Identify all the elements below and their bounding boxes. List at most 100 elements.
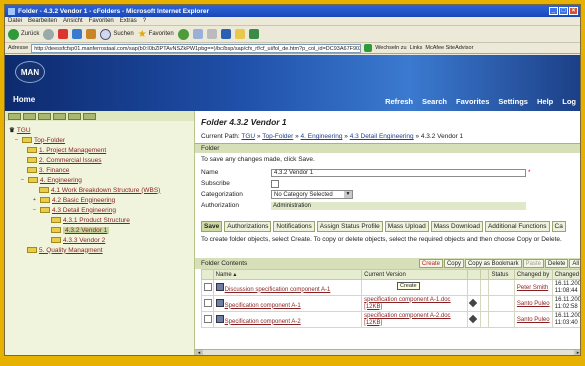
tree-item[interactable]: – Top-Folder <box>9 135 194 145</box>
tree-item-label[interactable]: 4.3.1 Product Structure <box>63 217 130 224</box>
tree-item-label[interactable]: 5. Quality Managment <box>39 247 103 254</box>
row-changed-by[interactable]: Peter Smith <box>517 285 548 291</box>
notifications-button[interactable]: Notifications <box>273 221 315 232</box>
column-changed-by[interactable]: Changed by <box>513 269 553 280</box>
tree-item-selected[interactable]: 4.3.2 Vendor 1 <box>9 225 194 235</box>
tree-tool-icon[interactable] <box>53 112 66 120</box>
delete-button[interactable]: Delete <box>544 259 569 268</box>
save-button[interactable]: Save <box>201 221 223 232</box>
mass-upload-button[interactable]: Mass Upload <box>384 221 429 232</box>
scroll-left-icon[interactable]: ◂ <box>195 350 203 355</box>
table-row[interactable]: Specification component A-2 specificatio… <box>201 311 580 328</box>
go-button[interactable]: Wechseln zu <box>375 45 406 51</box>
tree-item-label[interactable]: Top-Folder <box>34 137 65 144</box>
table-row[interactable]: Discussion specification component A-1 P… <box>201 279 580 296</box>
tree-item-label[interactable]: 4.1 Work Breakdown Structure (WBS) <box>51 187 160 194</box>
edit-pencil-icon[interactable] <box>468 298 478 307</box>
table-row[interactable]: Specification component A-1 specificatio… <box>201 295 580 312</box>
nav-log[interactable]: Log <box>562 97 576 106</box>
menu-datei[interactable]: Datei <box>8 18 22 24</box>
links-button[interactable]: Links <box>410 45 423 51</box>
print-icon[interactable] <box>206 29 217 39</box>
menu-bearbeiten[interactable]: Bearbeiten <box>28 18 57 24</box>
collapse-icon[interactable]: – <box>21 177 26 183</box>
row-name-link[interactable]: Specification component A-2 <box>225 319 301 325</box>
nav-help[interactable]: Help <box>537 97 553 106</box>
mail-icon[interactable] <box>192 29 203 39</box>
maximize-button[interactable]: □ <box>559 7 568 15</box>
tree-item-label[interactable]: 4.3.3 Vendor 2 <box>63 237 105 244</box>
go-arrow-icon[interactable] <box>364 44 373 52</box>
tree-tool-icon[interactable] <box>38 112 51 120</box>
minimize-button[interactable]: _ <box>549 7 558 15</box>
tree-item[interactable]: – 4. Engineering <box>9 175 194 185</box>
row-changed-by[interactable]: Santo Puleo <box>517 317 550 323</box>
nav-favorites[interactable]: Favorites <box>456 97 489 106</box>
expand-icon[interactable]: + <box>33 197 38 203</box>
search-button[interactable]: Suchen <box>100 28 134 40</box>
categorization-select[interactable]: No Category Selected ▼ <box>271 190 353 199</box>
menu-favoriten[interactable]: Favoriten <box>89 18 114 24</box>
authorizations-button[interactable]: Authorizations <box>224 221 272 232</box>
row-changed-by[interactable]: Santo Puleo <box>517 301 550 307</box>
column-changed-on[interactable]: Changed on <box>551 269 580 280</box>
row-name-link[interactable]: Specification component A-1 <box>225 303 301 309</box>
row-name-link[interactable]: Discussion specification component A-1 <box>225 287 331 293</box>
nav-settings[interactable]: Settings <box>498 97 528 106</box>
tree-root-label[interactable]: TGU <box>17 127 31 134</box>
tree-item-label[interactable]: 2. Commercial Issues <box>39 157 102 164</box>
tree-item[interactable]: 1. Project Management <box>9 145 194 155</box>
name-field[interactable]: 4.3.2 Vendor 1 <box>271 168 526 177</box>
row-checkbox[interactable] <box>204 298 212 307</box>
word-icon[interactable] <box>220 29 231 39</box>
tree-root[interactable]: ♛ TGU <box>9 125 194 135</box>
breadcrumb-link[interactable]: Top-Folder <box>262 133 293 140</box>
mcafee-button[interactable]: McAfee SiteAdvisor <box>425 45 473 51</box>
tree-item[interactable]: 3. Finance <box>9 165 194 175</box>
mass-download-button[interactable]: Mass Download <box>430 221 483 232</box>
tree-tool-icon[interactable] <box>68 112 81 120</box>
collapse-icon[interactable]: – <box>33 207 38 213</box>
breadcrumb-link[interactable]: TGU <box>241 133 255 140</box>
menu-help[interactable]: ? <box>143 18 146 24</box>
address-input[interactable]: http://deessfcfsp01.manferrostaal.com/sa… <box>31 43 362 53</box>
tree-tool-icon[interactable] <box>83 112 96 120</box>
tree-item[interactable]: 5. Quality Managment <box>9 245 194 255</box>
favorites-button[interactable]: ★ Favoriten <box>138 29 174 40</box>
create-button[interactable]: Create <box>418 259 443 268</box>
assign-status-profile-button[interactable]: Assign Status Profile <box>316 221 383 232</box>
stop-icon[interactable] <box>58 29 69 39</box>
row-version-link[interactable]: specification component A-2.doc [12KB] <box>364 313 450 326</box>
nav-search[interactable]: Search <box>422 97 447 106</box>
home-link[interactable]: Home <box>13 95 35 104</box>
copy-button[interactable]: Copy <box>443 259 464 268</box>
horizontal-scrollbar[interactable]: ◂ ▸ <box>195 349 580 355</box>
column-current-version[interactable]: Current Version <box>361 269 469 280</box>
edit-pencil-icon[interactable] <box>468 314 478 323</box>
tree-item[interactable]: +4.2 Basic Engineering <box>9 195 194 205</box>
row-checkbox[interactable] <box>204 314 212 323</box>
menu-ansicht[interactable]: Ansicht <box>63 18 83 24</box>
tree-item-label[interactable]: 4.3 Detail Engineering <box>52 207 116 214</box>
tree-item-label[interactable]: 4.3.2 Vendor 1 <box>63 226 110 234</box>
column-status[interactable]: Status <box>488 269 515 280</box>
history-icon[interactable] <box>177 28 189 40</box>
folder-icon[interactable] <box>234 29 245 39</box>
nav-refresh[interactable]: Refresh <box>385 97 413 106</box>
tree-item[interactable]: 4.1 Work Breakdown Structure (WBS) <box>9 185 194 195</box>
breadcrumb-link[interactable]: 4.3 Detail Engineering <box>350 133 414 140</box>
row-checkbox[interactable] <box>204 282 212 291</box>
collapse-icon[interactable]: – <box>15 137 20 143</box>
tree-item[interactable]: – 4.3 Detail Engineering <box>9 205 194 215</box>
tree-item-label[interactable]: 4.2 Basic Engineering <box>52 197 115 204</box>
menu-extras[interactable]: Extras <box>120 18 137 24</box>
tree-item-label[interactable]: 3. Finance <box>39 167 69 174</box>
copy-as-bookmark-button[interactable]: Copy as Bookmark <box>464 259 522 268</box>
tree-tool-icon[interactable] <box>23 112 36 120</box>
messenger-icon[interactable] <box>248 29 259 39</box>
back-button[interactable]: Zurück <box>8 28 39 40</box>
row-version-link[interactable]: specification component A-1.doc [12KB] <box>364 297 450 310</box>
column-name[interactable]: Name ▴ <box>212 269 363 280</box>
breadcrumb-link[interactable]: 4. Engineering <box>301 133 343 140</box>
tree-item[interactable]: 4.3.3 Vendor 2 <box>9 235 194 245</box>
